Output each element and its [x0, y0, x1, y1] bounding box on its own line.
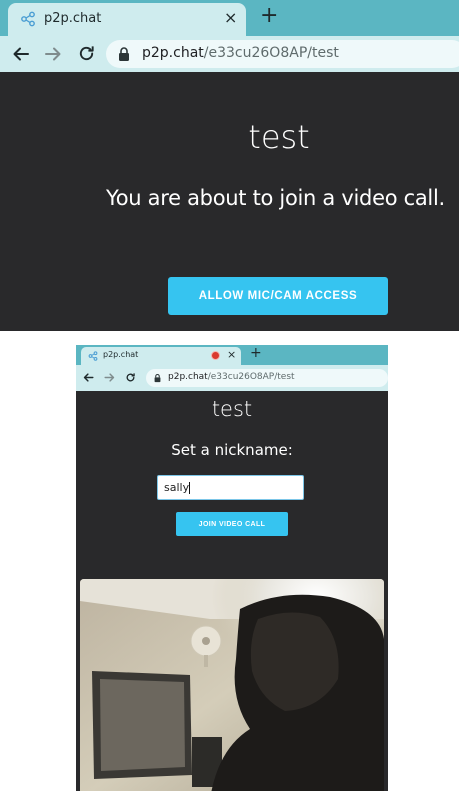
share-icon: [21, 11, 35, 27]
nickname-prompt: Set a nickname:: [171, 441, 293, 459]
close-tab-icon[interactable]: ×: [227, 348, 236, 361]
browser-toolbar: p2p.chat/e33cu26O8AP/test: [76, 365, 388, 391]
browser-toolbar: p2p.chat/e33cu26O8AP/test: [0, 36, 459, 72]
forward-arrow-icon[interactable]: [44, 45, 62, 63]
join-video-call-button[interactable]: JOIN VIDEO CALL: [176, 512, 288, 536]
reload-icon[interactable]: [77, 44, 96, 63]
address-bar[interactable]: p2p.chat/e33cu26O8AP/test: [146, 369, 388, 387]
back-arrow-icon[interactable]: [12, 45, 30, 63]
page-content: test You are about to join a video call.…: [0, 72, 459, 331]
text-caret: [189, 482, 190, 494]
share-icon: [88, 351, 98, 361]
browser-tab[interactable]: p2p.chat ×: [81, 347, 241, 365]
close-tab-icon[interactable]: ×: [224, 8, 237, 27]
allow-mic-cam-button[interactable]: ALLOW MIC/CAM ACCESS: [168, 277, 388, 315]
lock-icon: [154, 374, 161, 383]
back-arrow-icon[interactable]: [83, 372, 94, 383]
room-title: test: [248, 118, 310, 156]
url-text: p2p.chat/e33cu26O8AP/test: [168, 372, 295, 382]
new-tab-button[interactable]: +: [260, 3, 278, 28]
url-host: p2p.chat: [168, 372, 208, 382]
screenshot-allow-access: p2p.chat × + p2p.chat/e33cu26O8AP/test t…: [0, 0, 459, 331]
tab-title: p2p.chat: [103, 350, 139, 359]
recording-dot-icon: [212, 352, 219, 359]
join-message: You are about to join a video call.: [106, 186, 445, 210]
url-host: p2p.chat: [142, 45, 204, 61]
lock-icon: [119, 47, 129, 61]
browser-tab[interactable]: p2p.chat ×: [8, 3, 246, 36]
forward-arrow-icon[interactable]: [104, 372, 115, 383]
url-text: p2p.chat/e33cu26O8AP/test: [142, 45, 339, 61]
tab-strip: p2p.chat × +: [76, 345, 388, 365]
new-tab-button[interactable]: +: [250, 345, 262, 361]
room-title: test: [211, 397, 253, 421]
camera-feed-image: [80, 579, 384, 791]
tab-title: p2p.chat: [44, 11, 102, 26]
screenshot-set-nickname: p2p.chat × + p2p.chat/e33cu26O8AP/test t…: [76, 345, 388, 791]
url-path: /e33cu26O8AP/test: [203, 45, 339, 61]
local-video-preview: [80, 579, 384, 791]
reload-icon[interactable]: [125, 372, 136, 383]
url-path: /e33cu26O8AP/test: [207, 372, 295, 382]
page-content: test Set a nickname: JOIN VIDEO CALL: [76, 391, 388, 791]
address-bar[interactable]: p2p.chat/e33cu26O8AP/test: [106, 40, 459, 68]
nickname-input[interactable]: [157, 475, 304, 500]
tab-strip: p2p.chat × +: [0, 0, 459, 36]
